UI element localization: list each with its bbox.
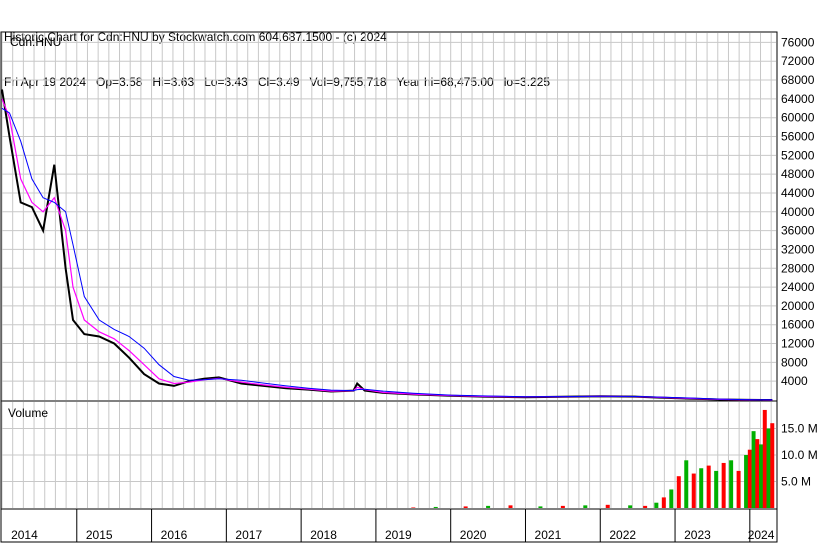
price-panel-label: Cdn:HNU (10, 35, 61, 49)
volume-bar (744, 455, 749, 508)
volume-tick-label: 15.0 M (781, 422, 818, 436)
year-tick-label: 2019 (385, 528, 412, 542)
price-tick-label: 20000 (781, 299, 815, 313)
volume-bar (463, 506, 468, 508)
volume-bar (538, 506, 543, 508)
year-tick-label: 2023 (684, 528, 711, 542)
volume-bar (747, 449, 752, 508)
volume-bars (411, 409, 775, 508)
price-tick-label: 12000 (781, 337, 815, 351)
year-tick-label: 2016 (161, 528, 188, 542)
volume-bar (676, 476, 681, 508)
year-tick-label: 2022 (609, 528, 636, 542)
volume-bar (605, 504, 610, 508)
year-tick-label: 2017 (235, 528, 262, 542)
volume-bar (766, 428, 771, 508)
volume-bar (684, 460, 689, 508)
price-tick-label: 28000 (781, 261, 815, 275)
volume-bar (433, 506, 438, 508)
price-tick-label: 52000 (781, 148, 815, 162)
price-tick-label: 4000 (781, 374, 808, 388)
volume-bar (691, 473, 696, 508)
volume-bar (411, 507, 416, 508)
price-tick-label: 24000 (781, 280, 815, 294)
price-tick-label: 64000 (781, 92, 815, 106)
volume-bar (661, 497, 666, 508)
price-tick-label: 32000 (781, 242, 815, 256)
volume-bar (751, 431, 756, 508)
volume-tick-label: 10.0 M (781, 448, 818, 462)
price-tick-label: 40000 (781, 205, 815, 219)
volume-bar (583, 505, 588, 508)
volume-bar (628, 505, 633, 508)
price-tick-label: 60000 (781, 111, 815, 125)
historic-chart: 76000 72000 68000 64000 60000 56000 52000 48000… (0, 31, 818, 543)
volume-bar (560, 505, 565, 508)
year-tick-label: 2020 (460, 528, 487, 542)
price-tick-label: 48000 (781, 167, 815, 181)
volume-bar (759, 444, 764, 508)
long-moving-average-line (1, 107, 773, 401)
volume-bar (736, 470, 741, 508)
volume-panel-label: Volume (8, 406, 48, 420)
price-tick-label: 44000 (781, 186, 815, 200)
price-tick-label: 56000 (781, 130, 815, 144)
volume-bar (729, 460, 734, 508)
volume-bar (755, 439, 760, 508)
volume-bar (669, 489, 674, 508)
volume-bar (721, 462, 726, 508)
volume-bar (643, 505, 648, 508)
volume-bar (762, 409, 767, 508)
year-tick-label: 2018 (310, 528, 337, 542)
price-tick-label: 36000 (781, 224, 815, 238)
volume-bar (770, 423, 775, 508)
year-tick-label: 2015 (86, 528, 113, 542)
volume-bar (699, 468, 704, 508)
year-tick-label: 2024 (748, 528, 775, 542)
year-tick-label: 2014 (11, 528, 38, 542)
year-tick-label: 2021 (535, 528, 562, 542)
volume-bar (486, 505, 491, 508)
volume-tick-label: 5.0 M (781, 475, 811, 489)
price-tick-label: 68000 (781, 73, 815, 87)
price-tick-label: 76000 (781, 35, 815, 49)
price-tick-label: 16000 (781, 318, 815, 332)
price-tick-label: 72000 (781, 54, 815, 68)
volume-bar (654, 502, 659, 508)
volume-bar (508, 505, 513, 508)
volume-bar (706, 465, 711, 508)
grid-layer (1, 33, 776, 508)
volume-bar (714, 470, 719, 508)
price-tick-label: 8000 (781, 355, 808, 369)
